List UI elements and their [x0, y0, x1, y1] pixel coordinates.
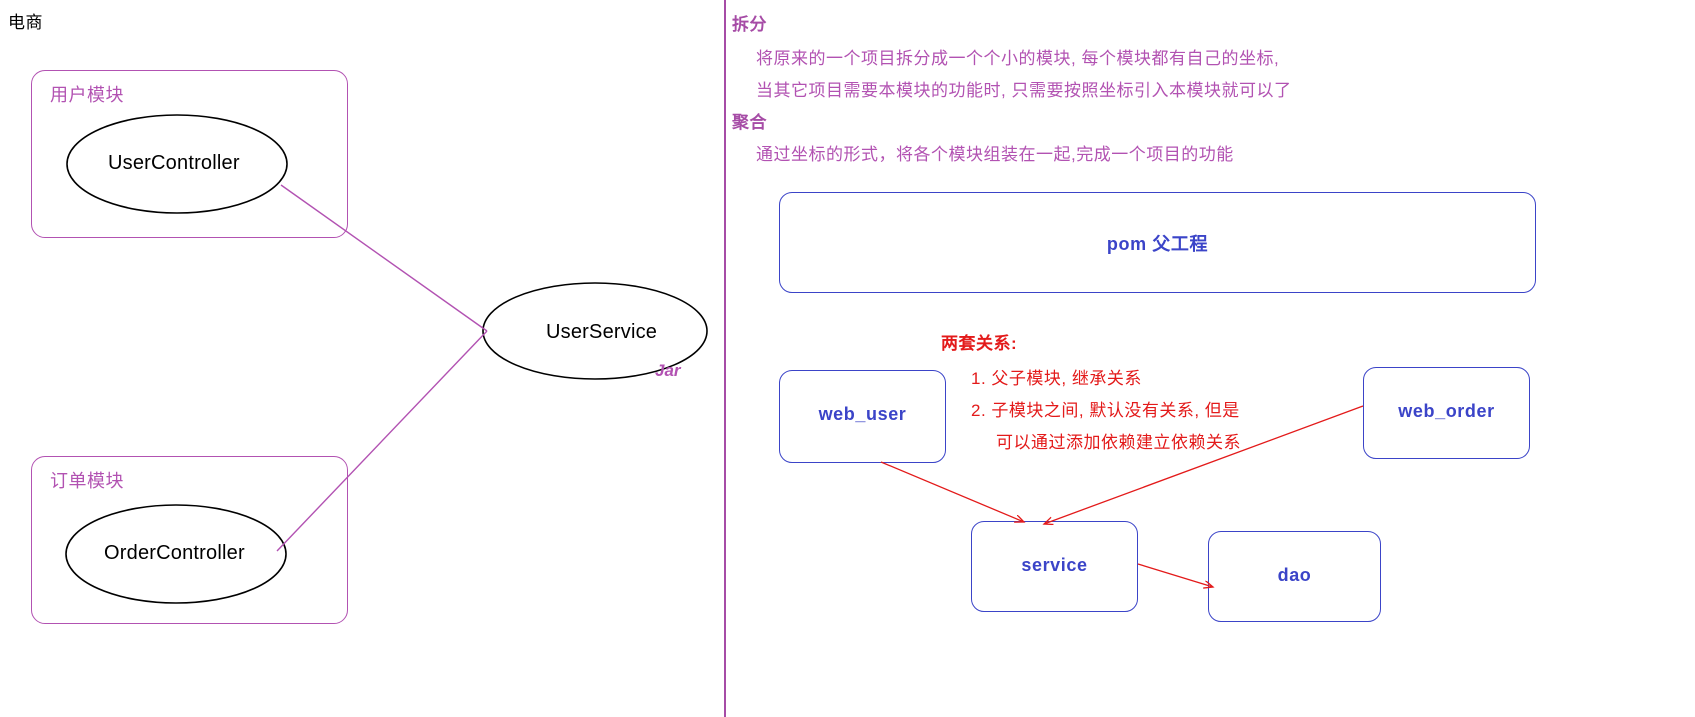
- order-module-box[interactable]: 订单模块: [31, 456, 348, 624]
- user-controller-label: UserController: [108, 152, 240, 174]
- order-controller-label: OrderController: [104, 542, 245, 564]
- section-split-line-1: 将原来的一个项目拆分成一个个小的模块, 每个模块都有自己的坐标,: [756, 49, 1280, 68]
- right-panel: 拆分 将原来的一个项目拆分成一个个小的模块, 每个模块都有自己的坐标, 当其它项…: [726, 0, 1695, 717]
- module-box-service[interactable]: service: [971, 521, 1138, 612]
- order-module-label: 订单模块: [50, 471, 124, 491]
- arrow-web-user-to-service: [880, 461, 1024, 522]
- module-box-web-order[interactable]: web_order: [1363, 367, 1530, 459]
- user-service-label: UserService: [546, 321, 658, 343]
- module-label-web-order: web_order: [1398, 401, 1495, 421]
- relations-heading: 两套关系:: [941, 334, 1018, 353]
- pom-parent-box[interactable]: pom 父工程: [779, 192, 1536, 293]
- module-label-service: service: [1021, 555, 1088, 575]
- relations-item-3: 可以通过添加依赖建立依赖关系: [996, 433, 1241, 452]
- section-heading-split: 拆分: [732, 15, 767, 34]
- ecommerce-title: 电商: [8, 13, 43, 32]
- arrow-web-order-to-service: [1044, 405, 1364, 524]
- module-label-dao: dao: [1277, 565, 1312, 585]
- section-heading-aggregate: 聚合: [732, 113, 767, 132]
- section-split-line-2: 当其它项目需要本模块的功能时, 只需要按照坐标引入本模块就可以了: [756, 81, 1292, 100]
- left-panel: 电商 用户模块 订单模块 UserController OrderControl…: [0, 0, 724, 717]
- arrow-service-to-dao: [1137, 563, 1213, 587]
- pom-parent-label: pom 父工程: [1106, 234, 1209, 254]
- relations-item-1: 1. 父子模块, 继承关系: [971, 369, 1142, 388]
- module-box-dao[interactable]: dao: [1208, 531, 1381, 622]
- user-module-label: 用户模块: [50, 85, 124, 105]
- jar-label: Jar: [655, 361, 681, 380]
- diagram-canvas: 电商 用户模块 订单模块 UserController OrderControl…: [0, 0, 1695, 717]
- module-label-web-user: web_user: [818, 404, 907, 424]
- relations-item-2: 2. 子模块之间, 默认没有关系, 但是: [971, 401, 1240, 420]
- section-aggregate-line-1: 通过坐标的形式，将各个模块组装在一起,完成一个项目的功能: [756, 145, 1234, 164]
- module-box-web-user[interactable]: web_user: [779, 370, 946, 463]
